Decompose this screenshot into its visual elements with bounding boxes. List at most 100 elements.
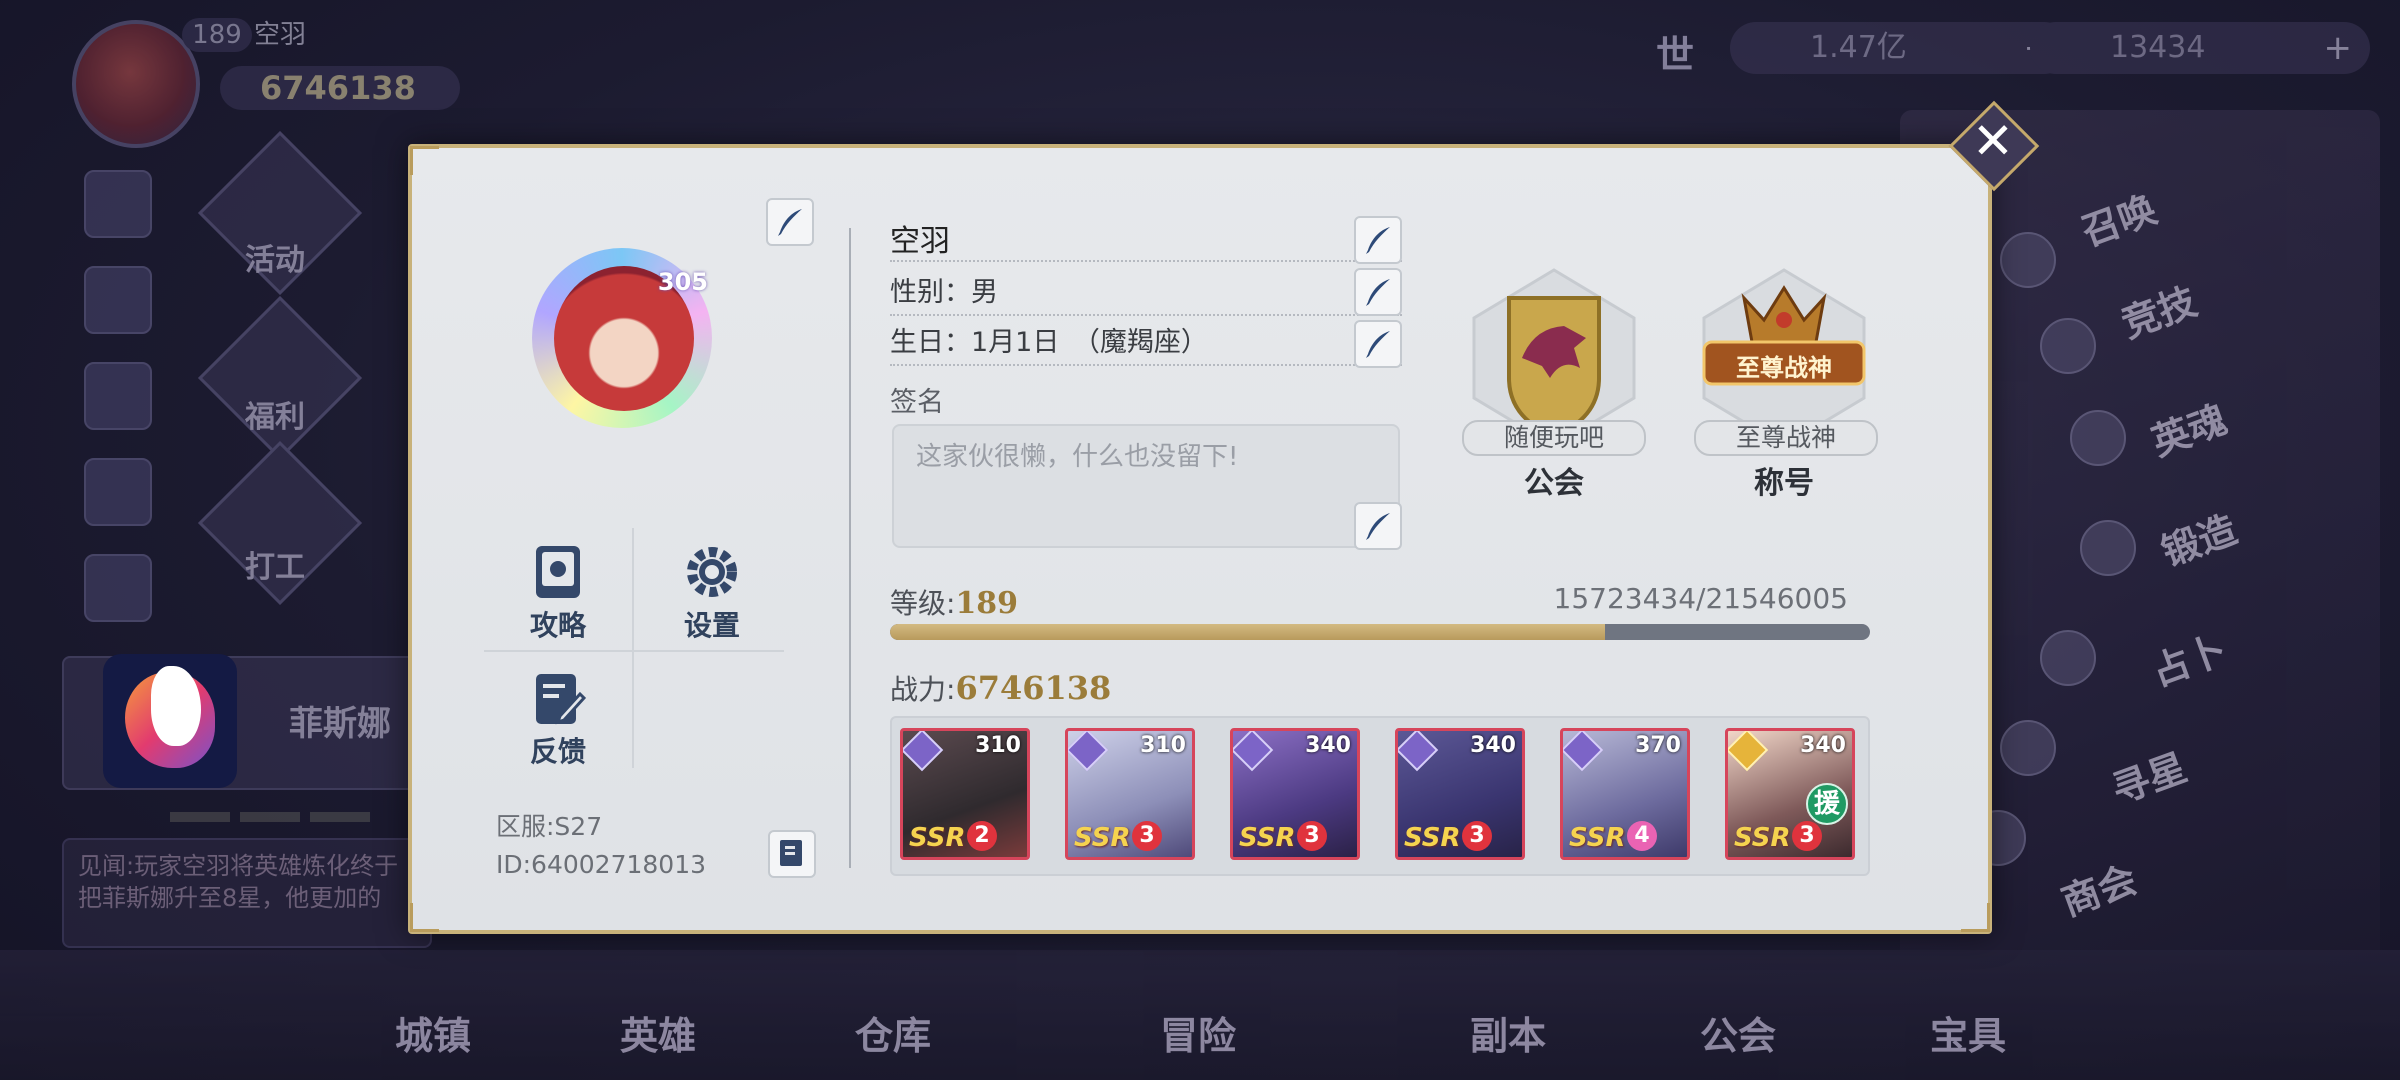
guild-name: 随便玩吧 bbox=[1462, 420, 1646, 456]
column-divider bbox=[849, 228, 851, 868]
gender-text: 性别：男 bbox=[890, 277, 998, 308]
profile-menu: 攻略 设置 反馈 bbox=[484, 528, 784, 778]
honor-title: 称号 bbox=[1754, 466, 1814, 501]
name-row: 空羽 bbox=[890, 208, 1402, 262]
hero-star-badge: 3 bbox=[1132, 821, 1162, 851]
exp-progress-bar bbox=[890, 624, 1870, 640]
frame-corner bbox=[1961, 903, 1990, 932]
hero-level: 340 bbox=[1305, 733, 1351, 758]
birthday-row: 生日：1月1日 （魔羯座） bbox=[890, 312, 1402, 366]
hero-star-badge: 3 bbox=[1792, 821, 1822, 851]
nav-treasure[interactable]: 宝具 bbox=[1930, 1005, 2006, 1060]
hero-level: 340 bbox=[1470, 733, 1516, 758]
exp-progress-fill bbox=[890, 624, 1606, 640]
hero-rarity: SSR bbox=[1074, 823, 1131, 853]
hero-level: 340 bbox=[1800, 733, 1846, 758]
power-value: 6746138 bbox=[955, 669, 1112, 707]
player-name: 空羽 bbox=[890, 224, 950, 259]
hero-rarity: SSR bbox=[1734, 823, 1791, 853]
nav-adventure[interactable]: 冒险 bbox=[1160, 1005, 1236, 1060]
settings-label: 设置 bbox=[683, 609, 740, 642]
player-id: ID:64002718013 bbox=[496, 850, 707, 879]
quill-icon bbox=[1366, 227, 1390, 254]
hero-assist-badge: 援 bbox=[1806, 783, 1848, 825]
edit-birthday-button[interactable] bbox=[1354, 320, 1402, 368]
power-label: 战力: bbox=[890, 673, 956, 706]
level-label: 等级: bbox=[890, 587, 956, 620]
work-label: 打工 bbox=[245, 550, 305, 585]
mail-icon[interactable] bbox=[84, 266, 152, 334]
divination-icon bbox=[2040, 630, 2096, 686]
trophy-icon[interactable] bbox=[84, 362, 152, 430]
welfare-label: 福利 bbox=[245, 400, 305, 435]
hero-card[interactable]: 370 SSR 4 bbox=[1560, 728, 1690, 860]
signature-input[interactable]: 这家伙很懒，什么也没留下! bbox=[892, 424, 1400, 548]
forge-icon bbox=[2080, 520, 2136, 576]
quill-icon bbox=[778, 209, 802, 236]
close-square-icon[interactable] bbox=[84, 554, 152, 622]
diamond-bar: 13434 + bbox=[2030, 22, 2370, 74]
settings-button[interactable]: 设置 bbox=[652, 542, 772, 644]
nav-dungeon[interactable]: 副本 bbox=[1470, 1005, 1546, 1060]
close-button[interactable]: ✕ bbox=[1948, 100, 2040, 192]
quill-icon bbox=[1366, 513, 1390, 540]
star-seek-icon bbox=[2000, 720, 2056, 776]
frame-corner bbox=[410, 146, 439, 175]
player-power-small: 6746138 bbox=[220, 66, 460, 110]
edit-gender-button[interactable] bbox=[1354, 268, 1402, 316]
hero-star-badge: 4 bbox=[1627, 821, 1657, 851]
hero-level: 370 bbox=[1635, 733, 1681, 758]
hero-card[interactable]: 310 SSR 2 bbox=[900, 728, 1030, 860]
close-icon: ✕ bbox=[1972, 112, 2014, 170]
hero-card[interactable]: 340 SSR 3 bbox=[1230, 728, 1360, 860]
hero-card[interactable]: 310 SSR 3 bbox=[1065, 728, 1195, 860]
edit-signature-button[interactable] bbox=[1354, 502, 1402, 550]
guild-title: 公会 bbox=[1524, 466, 1584, 501]
hero-class-icon bbox=[1233, 731, 1274, 772]
chat-ticker[interactable]: 见闻:玩家空羽将英雄炼化终于把菲斯娜升至8星，他更加的 bbox=[62, 838, 432, 948]
power-row: 战力:6746138 bbox=[890, 668, 1111, 708]
edit-name-button[interactable] bbox=[1354, 216, 1402, 264]
hero-class-icon bbox=[1728, 731, 1769, 772]
avatar-level: 305 bbox=[657, 268, 708, 296]
hero-card[interactable]: 340 SSR 3 援 bbox=[1725, 728, 1855, 860]
nav-heroes[interactable]: 英雄 bbox=[620, 1005, 696, 1060]
nav-town[interactable]: 城镇 bbox=[395, 1005, 471, 1060]
signature-placeholder: 这家伙很懒，什么也没留下! bbox=[916, 442, 1239, 472]
copy-id-button[interactable] bbox=[768, 830, 816, 878]
profile-avatar[interactable]: 305 bbox=[532, 248, 712, 428]
server-name: 区服:S27 bbox=[496, 812, 603, 841]
gender-row: 性别：男 bbox=[890, 262, 1402, 316]
nav-guild[interactable]: 公会 bbox=[1700, 1005, 1776, 1060]
player-level-badge: 189 bbox=[182, 18, 252, 52]
left-icon-column bbox=[84, 170, 152, 650]
world-icon[interactable]: 世 bbox=[1645, 24, 1705, 77]
player-avatar-small[interactable] bbox=[72, 20, 200, 148]
hero-rarity: SSR bbox=[909, 823, 966, 853]
profile-dialog: 305 攻略 设置 反馈 区服:S27 ID:64002718013 空羽 性别… bbox=[408, 144, 1992, 934]
nav-warehouse[interactable]: 仓库 bbox=[855, 1005, 931, 1060]
hero-soul-icon bbox=[2070, 410, 2126, 466]
hero-lineup: 310 SSR 2 310 SSR 3 340 SSR 3 340 SSR 3 370 SSR 4 340 SS… bbox=[890, 716, 1870, 876]
hero-rarity: SSR bbox=[1569, 823, 1626, 853]
summon-icon bbox=[2000, 232, 2056, 288]
hero-level: 310 bbox=[1140, 733, 1186, 758]
exp-text: 15723434/21546005 bbox=[1553, 582, 1848, 615]
hero-card[interactable]: 340 SSR 3 bbox=[1395, 728, 1525, 860]
feedback-button[interactable]: 反馈 bbox=[498, 668, 618, 770]
m-icon[interactable] bbox=[84, 458, 152, 526]
menu-divider bbox=[484, 650, 784, 652]
chat-icon[interactable] bbox=[84, 170, 152, 238]
edit-avatar-button[interactable] bbox=[766, 198, 814, 246]
guide-button[interactable]: 攻略 bbox=[498, 542, 618, 644]
add-diamond-icon[interactable]: + bbox=[2324, 22, 2353, 74]
hero-class-icon bbox=[903, 731, 944, 772]
arena-icon bbox=[2040, 318, 2096, 374]
book-icon bbox=[536, 546, 580, 598]
hero-class-icon bbox=[1068, 731, 1109, 772]
unicorn-app-logo[interactable] bbox=[103, 654, 237, 788]
menu-divider bbox=[632, 528, 634, 768]
hero-rarity: SSR bbox=[1239, 823, 1296, 853]
frame-corner bbox=[410, 903, 439, 932]
